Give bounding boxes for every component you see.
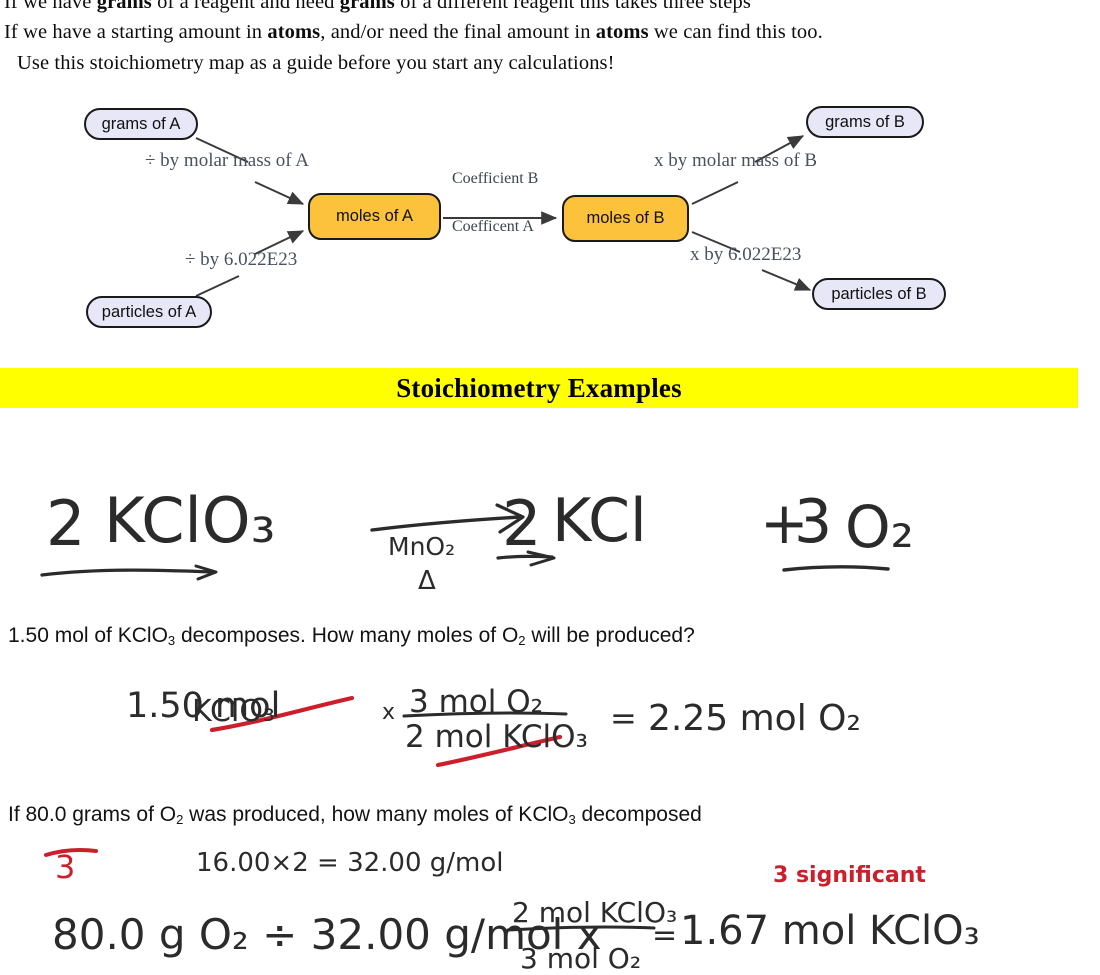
notes-page: If we have grams of a reagent and need g…: [0, 0, 1100, 975]
work-2-sig-fig-mark: 3: [55, 848, 76, 886]
connector-moles-b-to-label-top: [691, 181, 739, 205]
stroke-underline-o2-coefficient: [782, 565, 890, 572]
work-1-answer: 2.25 mol O₂: [648, 698, 861, 739]
problem-2-text-b: was produced, how many moles of KClO: [183, 803, 569, 826]
edge-label-coefficient-a: Coefficent A: [452, 218, 534, 235]
equation-product-o2: O₂: [845, 493, 914, 561]
work-1-equals-sign: =: [610, 699, 637, 737]
equation-coefficient-right: 2: [502, 487, 542, 560]
intro-line-2: If we have a starting amount in atoms, a…: [4, 21, 823, 44]
work-2-molar-mass-calc: 16.00×2 = 32.00 g/mol: [196, 848, 504, 878]
problem-2-statement: If 80.0 grams of O2 was produced, how ma…: [8, 803, 702, 827]
work-1-multiply-sign: x: [382, 700, 396, 725]
equation-coefficient-left: 2: [46, 487, 86, 560]
equation-catalyst-mno2: MnO₂: [388, 532, 456, 561]
intro-line-2-part-c: , and/or need the final amount in: [320, 21, 596, 43]
problem-1-statement: 1.50 mol of KClO3 decomposes. How many m…: [8, 624, 695, 648]
edge-label-divide-by-avogadro: ÷ by 6.022E23: [185, 249, 298, 270]
stroke-arrowhead-left-coefficient: [194, 564, 218, 581]
edge-label-multiply-by-molar-mass-b: x by molar mass of B: [654, 150, 818, 171]
equation-catalyst-delta: Δ: [418, 566, 436, 596]
node-particles-of-a[interactable]: particles of A: [86, 296, 212, 328]
problem-1-text-c: will be produced?: [525, 624, 695, 647]
connector-particles-a-to-label: [195, 275, 240, 297]
problem-1-text-b: decomposes. How many moles of O: [175, 624, 519, 647]
intro-line-1-part-a: If we have: [4, 0, 97, 13]
connector-label-to-particles-b: [761, 269, 812, 291]
connector-label-to-moles-a-top: [254, 181, 305, 205]
intro-line-2-part-e: we can find this too.: [648, 21, 823, 43]
work-1-fraction-numerator: 3 mol O₂: [409, 684, 544, 720]
node-moles-of-b[interactable]: moles of B: [562, 195, 689, 242]
intro-line-1-part-e: of a different reagent this takes three …: [394, 0, 751, 13]
edge-label-divide-by-molar-mass-a: ÷ by molar mass of A: [145, 150, 309, 171]
edge-label-multiply-by-avogadro: x by 6.022E23: [690, 244, 802, 265]
intro-line-1: If we have grams of a reagent and need g…: [4, 0, 751, 14]
work-2-sig-fig-note: 3 significant: [773, 863, 926, 888]
intro-line-2-bold-atoms-1: atoms: [267, 21, 321, 43]
node-grams-of-b[interactable]: grams of B: [806, 106, 924, 138]
problem-2-text-a: If 80.0 grams of O: [8, 803, 177, 826]
node-grams-of-a[interactable]: grams of A: [84, 108, 198, 140]
problem-1-text-a: 1.50 mol of KClO: [8, 624, 168, 647]
stoichiometry-map-diagram: grams of A particles of A moles of A mol…: [0, 92, 1100, 344]
equation-coefficient-o2: 3: [794, 487, 833, 557]
problem-1-subscript-2: 2: [518, 633, 526, 648]
stroke-underline-left-coefficient: [40, 568, 216, 577]
intro-line-2-bold-atoms-2: atoms: [595, 21, 649, 43]
intro-line-1-bold-grams-2: grams: [339, 0, 395, 13]
work-1-fraction-denominator: 2 mol KClO₃: [405, 719, 588, 755]
intro-line-1-part-c: of a reagent and need: [151, 0, 340, 13]
edge-label-coefficient-b: Coefficient B: [452, 170, 539, 187]
node-particles-of-b[interactable]: particles of B: [812, 278, 946, 310]
equation-product-kcl: KCl: [552, 486, 647, 556]
intro-line-1-bold-grams-1: grams: [96, 0, 152, 13]
work-1-given-unit: KClO₃: [192, 694, 275, 729]
node-moles-of-a[interactable]: moles of A: [308, 193, 441, 240]
intro-line-2-part-a: If we have a starting amount in: [4, 21, 268, 43]
banner-title: Stoichiometry Examples: [396, 372, 682, 403]
intro-line-3: Use this stoichiometry map as a guide be…: [17, 52, 615, 74]
problem-2-subscript-3: 3: [568, 812, 576, 827]
work-2-fraction-denominator: 3 mol O₂: [520, 942, 642, 975]
work-2-answer: 1.67 mol KClO₃: [680, 908, 980, 954]
work-2-equals-sign: =: [652, 918, 678, 953]
problem-2-text-c: decomposed: [575, 803, 702, 826]
equation-reactant-kclo3: KClO₃: [104, 484, 276, 557]
stoichiometry-examples-banner: Stoichiometry Examples: [0, 368, 1078, 408]
stroke-reaction-arrow-shaft: [370, 515, 522, 532]
